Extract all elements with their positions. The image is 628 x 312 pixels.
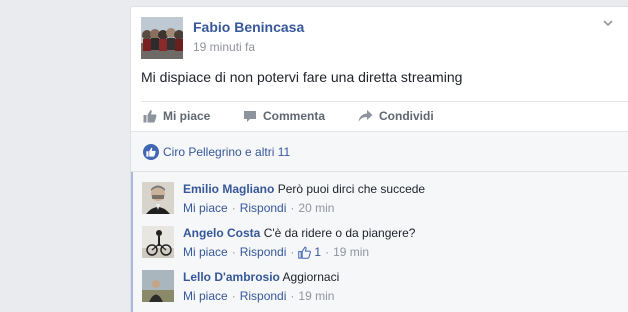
comments-section: Ciro Pellegrino e altri 11 Emilio Maglia…: [131, 131, 628, 312]
comment-button[interactable]: Commenta: [243, 105, 325, 127]
post-timestamp[interactable]: 19 minuti fa: [193, 40, 255, 54]
like-button-label: Mi piace: [163, 109, 211, 123]
comment-time[interactable]: 19 min: [333, 245, 369, 259]
thumbs-up-icon: [143, 110, 157, 123]
like-button[interactable]: Mi piace: [143, 105, 210, 127]
commenter-avatar[interactable]: [142, 226, 174, 258]
like-reaction-icon: [143, 144, 159, 160]
share-icon: [358, 110, 373, 122]
comment-author[interactable]: Angelo Costa: [183, 226, 260, 240]
comment-reply-link[interactable]: Rispondi: [240, 289, 287, 303]
share-button-label: Condividi: [379, 109, 434, 123]
likes-summary-text: Ciro Pellegrino e altri 11: [163, 145, 291, 159]
comment-likes[interactable]: 1: [298, 245, 321, 259]
comment-likes-count: 1: [314, 245, 322, 259]
post-author-name[interactable]: Fabio Benincasa: [193, 19, 304, 35]
commenter-avatar[interactable]: [142, 270, 174, 302]
thumbs-up-icon: [298, 246, 312, 259]
thread-indicator: [131, 172, 133, 312]
comment-button-label: Commenta: [263, 109, 326, 123]
share-button[interactable]: Condividi: [358, 105, 434, 127]
comment-like-link[interactable]: Mi piace: [183, 201, 228, 215]
likes-summary[interactable]: Ciro Pellegrino e altri 11: [143, 144, 290, 160]
comment-time[interactable]: 19 min: [298, 289, 334, 303]
post-card: Fabio Benincasa 19 minuti fa Mi dispiace…: [130, 6, 628, 312]
author-avatar[interactable]: [141, 17, 183, 59]
post-text: Mi dispiace di non potervi fare una dire…: [141, 69, 463, 85]
comment-like-link[interactable]: Mi piace: [183, 245, 228, 259]
commenter-avatar[interactable]: [142, 182, 174, 214]
comment-icon: [244, 111, 256, 122]
comment-text: C'è da ridere o da piangere?: [263, 226, 416, 240]
comment-time[interactable]: 20 min: [298, 201, 334, 215]
comment-like-link[interactable]: Mi piace: [183, 289, 228, 303]
comment-reply-link[interactable]: Rispondi: [240, 245, 287, 259]
divider: [141, 101, 628, 102]
chevron-down-icon[interactable]: [602, 17, 614, 29]
divider: [131, 171, 628, 172]
comment-author[interactable]: Lello D'ambrosio: [183, 270, 280, 284]
comment-text: Però puoi dirci che succede: [277, 182, 426, 196]
comment-reply-link[interactable]: Rispondi: [240, 201, 287, 215]
comment-text: Aggiornaci: [282, 270, 340, 284]
comment-author[interactable]: Emilio Magliano: [183, 182, 274, 196]
